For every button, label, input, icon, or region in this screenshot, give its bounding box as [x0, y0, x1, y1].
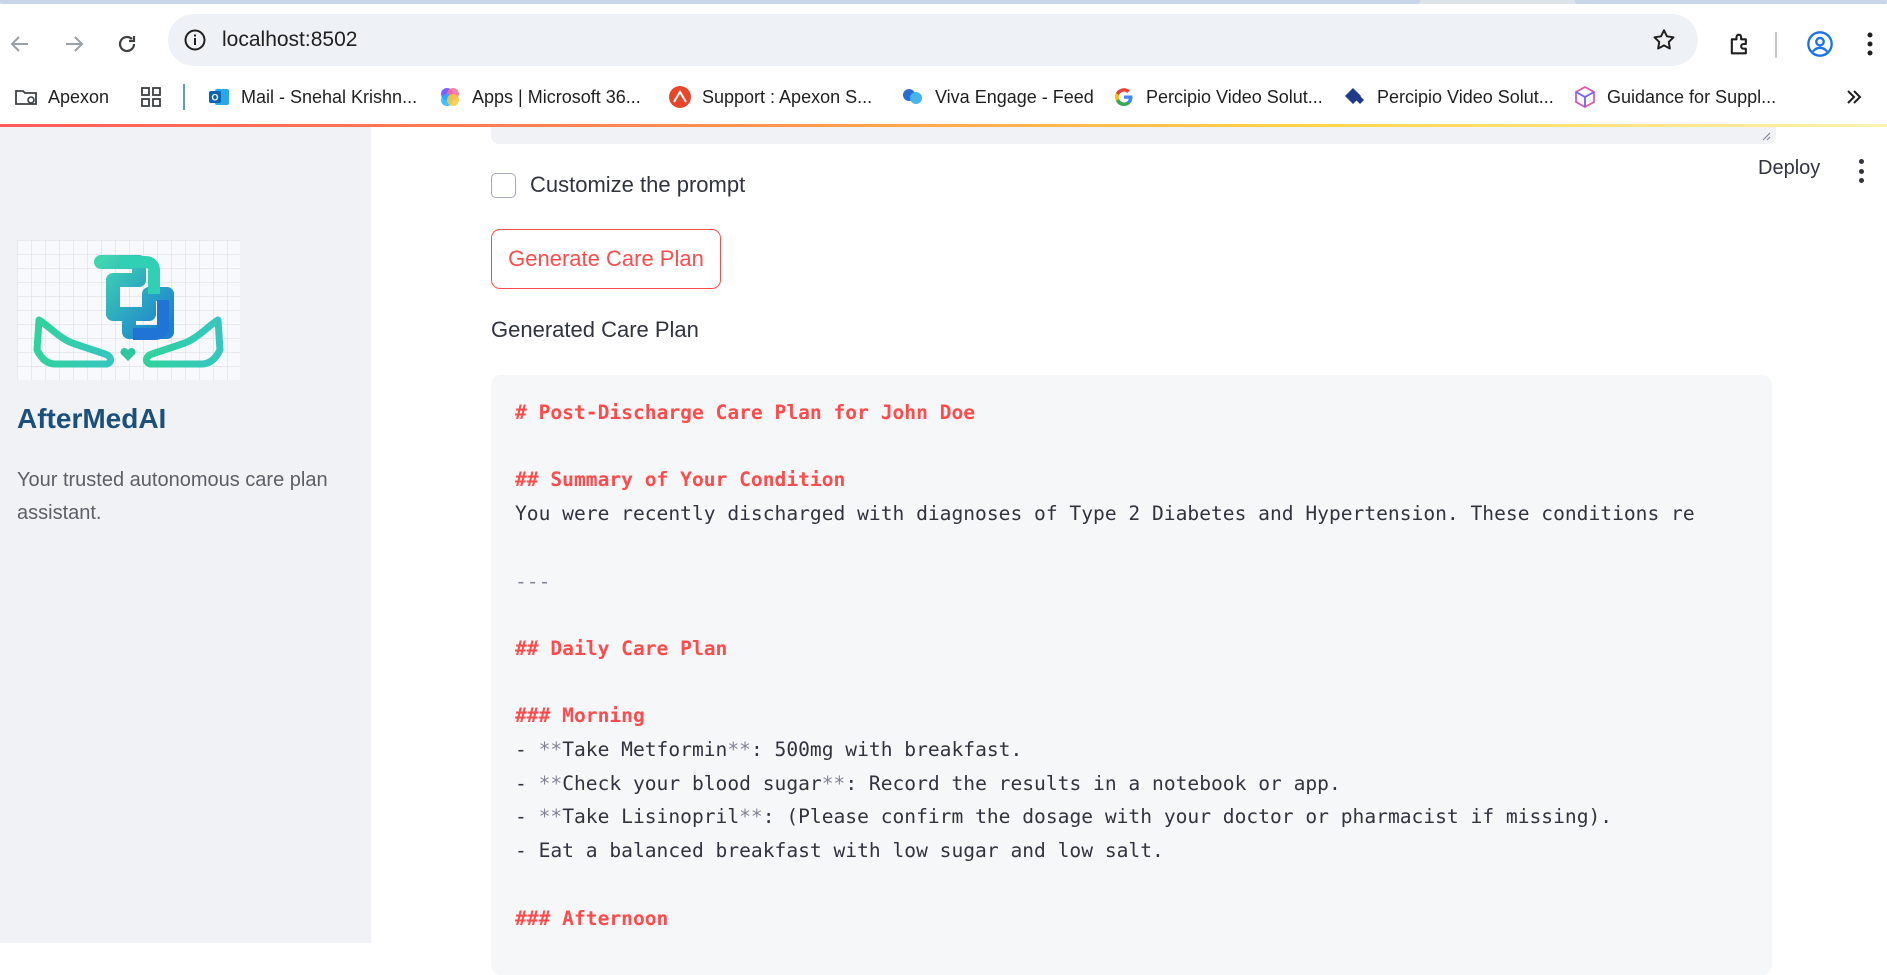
- generate-care-plan-button[interactable]: Generate Care Plan: [491, 229, 721, 289]
- toolbar-divider: [1775, 32, 1777, 58]
- forward-button[interactable]: [54, 24, 94, 64]
- browser-menu-button[interactable]: [1858, 26, 1882, 62]
- bookmark-label: Viva Engage - Feed: [935, 86, 1094, 107]
- bookmark-guidance[interactable]: Guidance for Suppl...: [1573, 82, 1776, 112]
- code-line: You were recently discharged with diagno…: [515, 502, 1695, 526]
- percipio-icon: [1343, 85, 1367, 109]
- cube-icon: [1573, 85, 1597, 109]
- code-heading-line: # Post-Discharge Care Plan for John Doe: [515, 401, 976, 424]
- bookmark-percipio-google[interactable]: Percipio Video Solut...: [1112, 82, 1323, 112]
- resize-grip-icon[interactable]: [1761, 131, 1771, 141]
- main-content: Deploy Customize the prompt Generate Car…: [371, 127, 1887, 975]
- bookmark-star-icon[interactable]: [1650, 26, 1678, 54]
- main-menu-button[interactable]: [1851, 157, 1871, 185]
- code-line: - **Take Metformin**: 500mg with breakfa…: [515, 738, 1023, 762]
- more-bookmarks-button[interactable]: [1842, 82, 1876, 112]
- code-heading-line: ## Daily Care Plan: [515, 636, 728, 660]
- code-heading-line: ### Morning: [515, 704, 645, 728]
- chevron-double-right-icon: [1842, 85, 1866, 109]
- checkbox-box[interactable]: [491, 172, 516, 198]
- browser-toolbar: localhost:8502: [0, 4, 1887, 74]
- profile-button[interactable]: [1802, 26, 1838, 62]
- app-description: Your trusted autonomous care plan assist…: [17, 469, 328, 524]
- prompt-textarea[interactable]: [491, 127, 1776, 144]
- svg-text:O: O: [211, 93, 218, 103]
- bookmark-apexon[interactable]: Apexon: [14, 82, 109, 112]
- bookmark-microsoft365[interactable]: Apps | Microsoft 36...: [438, 82, 641, 112]
- care-plan-text: # Post-Discharge Care Plan for John Doe …: [515, 396, 1695, 935]
- bookmark-percipio[interactable]: Percipio Video Solut...: [1343, 82, 1554, 112]
- microsoft365-icon: [438, 85, 462, 109]
- bookmarks-bar: Apexon O Mail - Snehal Krishn... Apps | …: [0, 74, 1887, 124]
- code-line: - **Check your blood sugar**: Record the…: [515, 771, 1341, 795]
- outlook-icon: O: [207, 85, 231, 109]
- bookmarks-separator: [183, 84, 185, 110]
- code-heading-line: ## Summary of Your Condition: [515, 468, 846, 492]
- code-line: ---: [515, 569, 551, 593]
- checkbox-label[interactable]: Customize the prompt: [530, 172, 745, 198]
- bookmark-label: Percipio Video Solut...: [1146, 86, 1323, 107]
- code-line: - **Take Lisinopril**: (Please confirm t…: [515, 805, 1613, 829]
- bookmark-support[interactable]: Support : Apexon S...: [668, 82, 872, 112]
- bookmark-apps[interactable]: [139, 82, 173, 112]
- customize-prompt-checkbox[interactable]: Customize the prompt: [491, 172, 745, 198]
- google-icon: [1112, 85, 1136, 109]
- bookmark-label: Apps | Microsoft 36...: [472, 86, 641, 107]
- reload-button[interactable]: [107, 24, 147, 64]
- url-text[interactable]: localhost:8502: [222, 28, 357, 52]
- site-info-icon[interactable]: [182, 27, 208, 53]
- bookmark-viva-engage[interactable]: Viva Engage - Feed: [901, 82, 1094, 112]
- bookmark-label: Percipio Video Solut...: [1377, 86, 1554, 107]
- more-vert-icon: [1867, 32, 1873, 56]
- address-bar[interactable]: localhost:8502: [168, 14, 1698, 66]
- care-plan-code-block[interactable]: # Post-Discharge Care Plan for John Doe …: [491, 375, 1772, 975]
- puzzle-icon: [1730, 33, 1747, 55]
- generated-care-plan-heading: Generated Care Plan: [491, 317, 699, 342]
- apps-grid-icon: [139, 85, 163, 109]
- account-circle-icon: [1807, 31, 1833, 57]
- bookmark-label: Guidance for Suppl...: [1607, 86, 1777, 107]
- bookmark-mail[interactable]: O Mail - Snehal Krishn...: [207, 82, 417, 112]
- back-button[interactable]: [0, 24, 40, 64]
- code-line: - Eat a balanced breakfast with low suga…: [515, 839, 1164, 863]
- bookmark-label: Apexon: [48, 86, 110, 107]
- bookmark-label: Support : Apexon S...: [702, 86, 873, 107]
- viva-engage-icon: [901, 85, 925, 109]
- arrow-left-icon: [10, 36, 28, 52]
- code-heading-line: ### Afternoon: [515, 906, 669, 930]
- arrow-right-icon: [66, 36, 84, 52]
- bookmark-label: Mail - Snehal Krishn...: [241, 86, 418, 107]
- reload-icon: [118, 35, 136, 53]
- sidebar: AfterMedAI Your trusted autonomous care …: [0, 127, 371, 943]
- app-title: AfterMedAI: [17, 403, 167, 434]
- more-vert-icon: [1858, 159, 1864, 164]
- deploy-button[interactable]: Deploy: [1758, 157, 1820, 180]
- folder-gear-icon: [14, 85, 38, 109]
- extensions-button[interactable]: [1722, 26, 1758, 62]
- support-icon: [668, 85, 692, 109]
